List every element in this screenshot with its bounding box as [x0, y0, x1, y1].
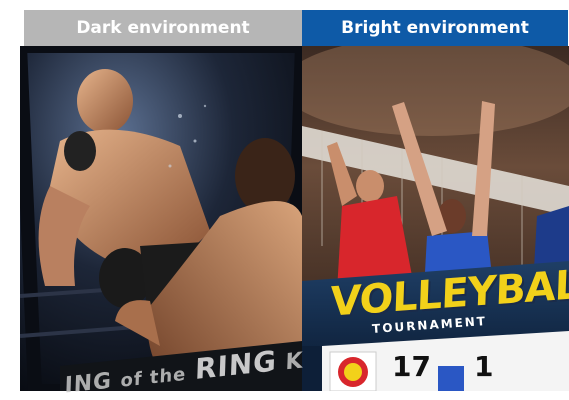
boxing-photo [20, 46, 302, 391]
volleyball-photo [302, 46, 569, 391]
score-right: 1 [474, 350, 494, 383]
dark-environment-header: Dark environment [24, 10, 302, 46]
ring-word-4: K [285, 348, 304, 376]
ring-word-1: ING [64, 368, 113, 399]
score-left: 17 [392, 350, 431, 383]
bright-environment-label: Bright environment [341, 18, 529, 38]
bright-environment-header: Bright environment [302, 10, 568, 46]
ring-word-2: of the [120, 363, 187, 392]
dark-environment-label: Dark environment [76, 18, 250, 38]
